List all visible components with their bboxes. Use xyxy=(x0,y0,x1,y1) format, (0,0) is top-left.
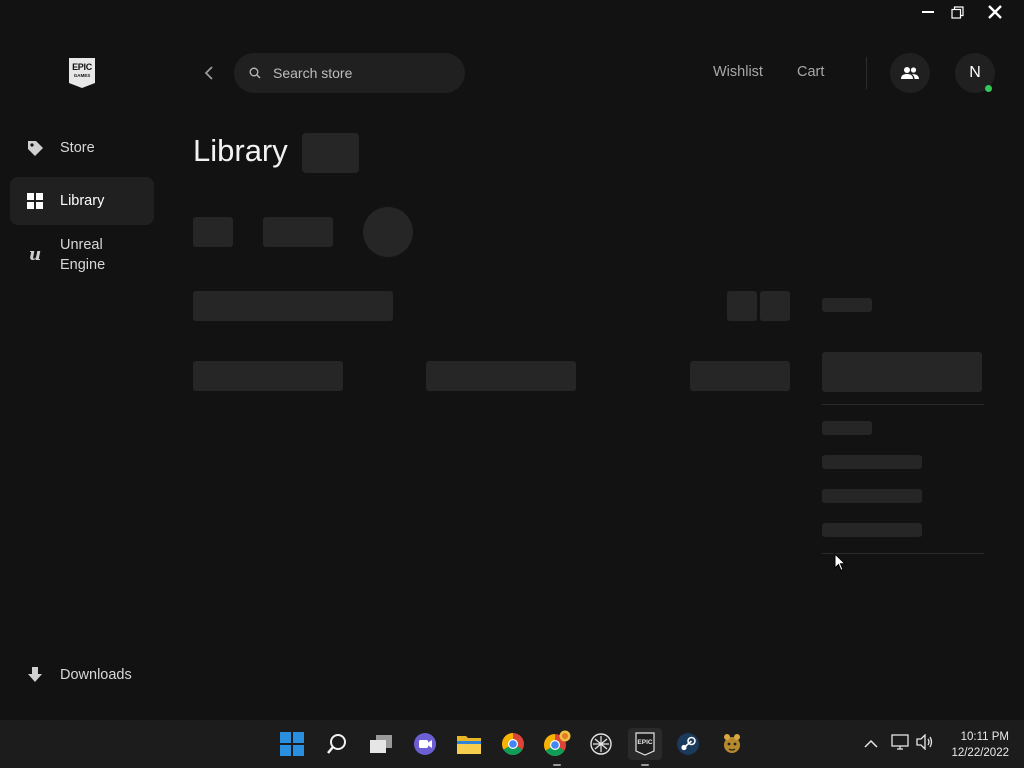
close-icon xyxy=(988,5,1002,19)
game-card-placeholder xyxy=(193,361,343,391)
filter-group-placeholder xyxy=(822,421,872,435)
search-icon xyxy=(249,67,261,79)
file-explorer-button[interactable] xyxy=(453,728,485,760)
sidebar-item-label: Store xyxy=(60,140,95,156)
chrome-profile-button[interactable] xyxy=(541,728,573,760)
game-card-placeholder xyxy=(690,361,790,391)
teams-chat-button[interactable] xyxy=(409,728,441,760)
chevron-left-icon xyxy=(204,66,213,80)
sidebar-item-unreal-engine[interactable]: u Unreal Engine xyxy=(10,232,154,278)
filter-option-placeholder xyxy=(822,455,922,469)
windows-start-icon xyxy=(280,732,304,756)
logo-text-top: EPIC xyxy=(72,62,92,72)
app-button[interactable] xyxy=(585,728,617,760)
wishlist-link[interactable]: Wishlist xyxy=(713,64,763,80)
sidebar-item-label: Downloads xyxy=(60,667,132,683)
volume-icon[interactable] xyxy=(916,733,934,755)
sidebar-item-label: Unreal xyxy=(60,237,103,253)
filters-heading-placeholder xyxy=(822,298,872,312)
epic-games-icon-text: EPIC xyxy=(637,739,653,746)
game-card-placeholder xyxy=(426,361,576,391)
filter-option-placeholder xyxy=(822,523,922,537)
teams-chat-icon xyxy=(414,733,436,755)
avatar-initial: N xyxy=(969,64,981,81)
header-divider xyxy=(866,57,867,89)
friends-icon xyxy=(901,67,919,79)
unreal-icon: u xyxy=(28,245,42,265)
sidebar-item-store[interactable]: Store xyxy=(10,127,154,169)
sidebar-item-label: Engine xyxy=(60,257,106,273)
mouse-cursor-icon xyxy=(834,552,847,577)
clock-date: 12/22/2022 xyxy=(951,747,1009,759)
filter-search-placeholder xyxy=(822,352,982,392)
game-button[interactable] xyxy=(716,728,748,760)
filter-option-placeholder xyxy=(822,489,922,503)
friends-button[interactable] xyxy=(890,53,930,93)
steam-icon xyxy=(677,733,699,755)
epic-games-taskbar-button[interactable]: EPIC xyxy=(628,728,662,760)
chevron-up-icon xyxy=(864,739,878,748)
sidebar-item-library[interactable]: Library xyxy=(10,177,154,225)
filter-tab-placeholder xyxy=(193,217,233,247)
file-explorer-icon xyxy=(457,736,481,754)
close-button[interactable] xyxy=(981,0,1009,24)
sidebar-item-label: Library xyxy=(60,193,105,209)
search-box[interactable] xyxy=(234,53,465,93)
filter-divider xyxy=(822,553,984,554)
restore-button[interactable] xyxy=(943,0,971,24)
chrome-icon xyxy=(502,733,524,755)
avatar-placeholder xyxy=(363,207,413,257)
windows-taskbar: EPIC 10:11 PM 12/22/2022 xyxy=(0,720,1024,768)
steam-button[interactable] xyxy=(672,728,704,760)
game-icon xyxy=(724,734,740,753)
filter-tab-placeholder xyxy=(263,217,333,247)
sidebar-item-downloads[interactable]: Downloads xyxy=(10,655,154,695)
task-view-button[interactable] xyxy=(365,728,397,760)
app-icon xyxy=(590,733,612,755)
clock-time: 10:11 PM xyxy=(960,731,1009,743)
minimize-button[interactable] xyxy=(914,0,942,24)
back-button[interactable] xyxy=(198,62,220,84)
logo-text-bottom: GAMES xyxy=(73,73,91,78)
grid-view-placeholder xyxy=(727,291,757,321)
filter-divider xyxy=(822,404,984,405)
cart-link[interactable]: Cart xyxy=(797,64,824,80)
sort-placeholder xyxy=(193,291,393,321)
search-icon xyxy=(327,734,346,754)
epic-games-logo[interactable]: EPIC GAMES xyxy=(68,57,96,89)
grid-icon xyxy=(26,192,44,210)
chrome-profile-icon xyxy=(544,730,571,756)
restore-icon xyxy=(950,5,964,19)
search-input[interactable] xyxy=(271,64,445,82)
show-hidden-icons-button[interactable] xyxy=(864,736,878,754)
task-view-icon xyxy=(370,735,392,753)
running-indicator xyxy=(641,764,649,766)
page-title: Library xyxy=(193,133,288,168)
start-button[interactable] xyxy=(276,728,308,760)
tag-icon xyxy=(26,139,44,157)
minimize-icon xyxy=(922,11,934,13)
running-indicator xyxy=(553,764,561,766)
list-view-placeholder xyxy=(760,291,790,321)
system-clock[interactable]: 10:11 PM 12/22/2022 xyxy=(951,729,1009,761)
title-count-placeholder xyxy=(302,133,359,173)
network-icon[interactable] xyxy=(891,734,909,755)
download-icon xyxy=(26,666,44,684)
chrome-button[interactable] xyxy=(497,728,529,760)
online-status-dot xyxy=(985,85,992,92)
taskbar-search-button[interactable] xyxy=(321,728,353,760)
